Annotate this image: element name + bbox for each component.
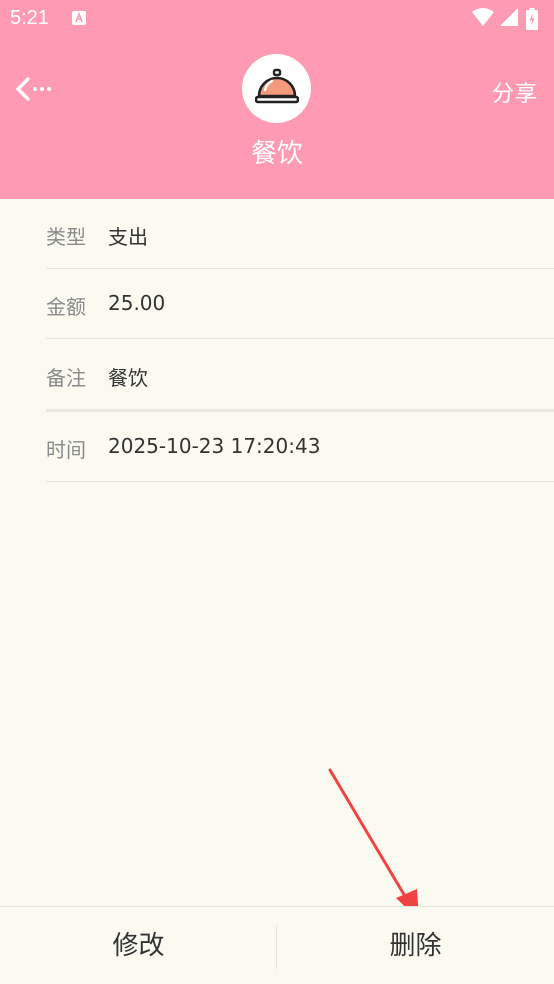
share-button[interactable]: 分享 [492,76,538,108]
detail-row-type: 类型 支出 [46,199,554,269]
back-arrow-icon[interactable] [14,74,58,104]
status-time: 5:21 [10,7,49,29]
detail-row-time: 时间 2025-10-23 17:20:43 [46,412,554,482]
header: 5:21 分享 餐饮 [0,0,554,199]
detail-value: 25.00 [108,291,166,315]
detail-value: 支出 [108,225,148,249]
annotation-arrow [328,768,419,920]
battery-icon [526,8,538,30]
detail-label: 类型 [46,225,86,249]
category-title: 餐饮 [250,139,303,169]
signal-icon [500,8,518,26]
status-bar: 5:21 [0,0,554,40]
detail-row-note: 备注 餐饮 [46,340,554,412]
detail-label: 金额 [46,295,86,319]
detail-label: 备注 [46,366,86,390]
edit-button[interactable]: 修改 [0,907,277,984]
a-box-icon [72,11,86,25]
detail-value: 餐饮 [108,366,148,390]
status-icons [472,8,542,30]
category-icon-circle [242,54,311,123]
bottom-action-bar: 修改 删除 [0,906,554,984]
detail-label: 时间 [46,438,86,462]
detail-row-amount: 金额 25.00 [46,269,554,339]
delete-button[interactable]: 删除 [277,907,554,984]
detail-value: 2025-10-23 17:20:43 [108,434,321,458]
wifi-icon [472,8,494,26]
dining-cloche-icon [255,68,299,104]
